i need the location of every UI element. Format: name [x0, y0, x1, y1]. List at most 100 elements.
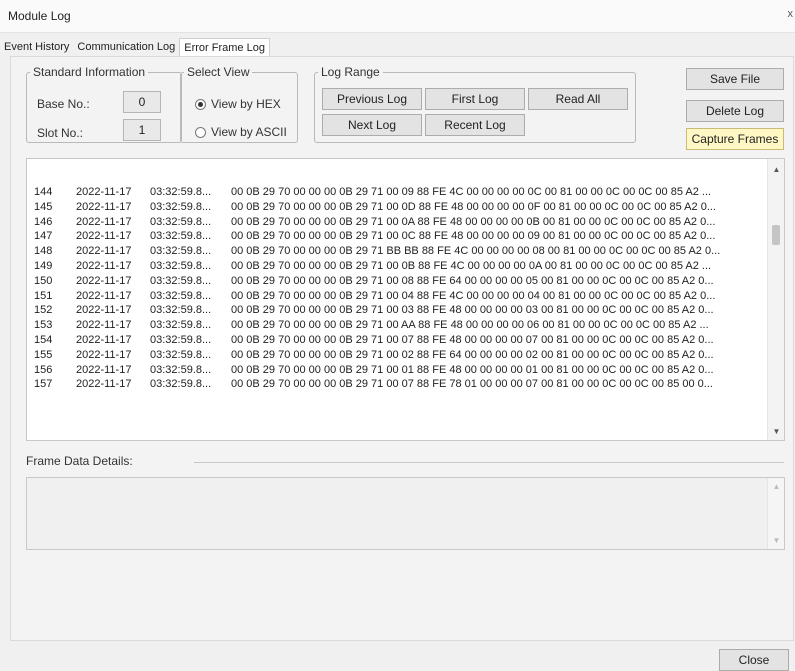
- frame-data-details-box[interactable]: ▲ ▼: [26, 477, 785, 550]
- table-row[interactable]: 148 2022-11-17 03:32:59.8... 00 0B 29 70 00…: [27, 244, 768, 259]
- row-date: 2022-11-17: [76, 245, 132, 258]
- down-arrow-icon[interactable]: ▼: [768, 427, 785, 436]
- tab-communication-log[interactable]: Communication Log: [73, 38, 179, 57]
- tab-event-history[interactable]: Event History: [0, 38, 73, 57]
- row-number: 157: [34, 378, 53, 391]
- base-no-label: Base No.:: [37, 97, 90, 111]
- row-number: 147: [34, 230, 53, 243]
- error-frame-log-panel: Standard Information Base No.: 0 Slot No…: [10, 56, 794, 641]
- table-row[interactable]: 147 2022-11-17 03:32:59.8... 00 0B 29 70 00…: [27, 229, 768, 244]
- row-number: 146: [34, 215, 53, 228]
- row-date: 2022-11-17: [76, 304, 132, 317]
- first-log-button[interactable]: First Log: [425, 88, 525, 110]
- row-time: 03:32:59.8...: [150, 274, 212, 287]
- row-time: 03:32:59.8...: [150, 245, 212, 258]
- table-row[interactable]: 152 2022-11-17 03:32:59.8... 00 0B 29 70 00…: [27, 303, 768, 318]
- window-close-icon[interactable]: x: [788, 8, 794, 20]
- up-arrow-icon[interactable]: ▲: [768, 165, 785, 174]
- standard-information-group: Standard Information Base No.: 0 Slot No…: [26, 65, 182, 143]
- row-time: 03:32:59.8...: [150, 348, 212, 361]
- table-row[interactable]: 153 2022-11-17 03:32:59.8... 00 0B 29 70 00…: [27, 318, 768, 333]
- row-date: 2022-11-17: [76, 378, 132, 391]
- row-number: 156: [34, 363, 53, 376]
- table-row[interactable]: 144 2022-11-17 03:32:59.8... 00 0B 29 70 00…: [27, 185, 768, 200]
- row-frame-data: 00 0B 29 70 00 00 00 0B 29 71 00 07 88 F…: [231, 333, 714, 346]
- row-frame-data: 00 0B 29 70 00 00 00 0B 29 71 00 03 88 F…: [231, 304, 714, 317]
- row-frame-data: 00 0B 29 70 00 00 00 0B 29 71 00 09 88 F…: [231, 186, 712, 198]
- table-row[interactable]: 150 2022-11-17 03:32:59.8... 00 0B 29 70 00…: [27, 274, 768, 289]
- select-view-group: Select View View by HEX View by ASCII: [180, 65, 298, 143]
- row-number: 155: [34, 348, 53, 361]
- table-row[interactable]: 157 2022-11-17 03:32:59.8... 00 0B 29 70 00…: [27, 377, 768, 392]
- log-list-scrollbar[interactable]: ▲ ▼: [767, 159, 784, 440]
- table-row[interactable]: 145 2022-11-17 03:32:59.8... 00 0B 29 70 00…: [27, 200, 768, 215]
- table-row[interactable]: 155 2022-11-17 03:32:59.8... 00 0B 29 70 00…: [27, 348, 768, 363]
- read-all-button[interactable]: Read All: [528, 88, 628, 110]
- view-by-hex-label: View by HEX: [211, 97, 281, 111]
- row-date: 2022-11-17: [76, 333, 132, 346]
- tab-error-frame-log[interactable]: Error Frame Log: [179, 38, 270, 57]
- slot-no-label: Slot No.:: [37, 126, 84, 140]
- row-date: 2022-11-17: [76, 289, 132, 302]
- row-frame-data: 00 0B 29 70 00 00 00 0B 29 71 00 0A 88 F…: [231, 215, 716, 228]
- view-by-hex-radio[interactable]: View by HEX: [195, 97, 281, 111]
- row-frame-data: 00 0B 29 70 00 00 00 0B 29 71 00 07 88 F…: [231, 378, 713, 391]
- table-row[interactable]: 146 2022-11-17 03:32:59.8... 00 0B 29 70 00…: [27, 215, 768, 230]
- base-no-field: 0: [123, 91, 161, 113]
- next-log-button[interactable]: Next Log: [322, 114, 422, 136]
- up-arrow-icon[interactable]: ▲: [768, 482, 785, 491]
- title-bar: Module Log x: [0, 0, 795, 33]
- row-date: 2022-11-17: [76, 259, 132, 272]
- frame-details-scrollbar[interactable]: ▲ ▼: [767, 478, 784, 549]
- row-frame-data: 00 0B 29 70 00 00 00 0B 29 71 00 0B 88 F…: [231, 259, 712, 272]
- table-row[interactable]: 151 2022-11-17 03:32:59.8... 00 0B 29 70 00…: [27, 289, 768, 304]
- frame-log-list[interactable]: 144 2022-11-17 03:32:59.8... 00 0B 29 70 00…: [26, 158, 785, 441]
- radio-unselected-icon: [195, 126, 206, 138]
- row-frame-data: 00 0B 29 70 00 00 00 0B 29 71 00 02 88 F…: [231, 348, 714, 361]
- row-time: 03:32:59.8...: [150, 378, 212, 391]
- row-date: 2022-11-17: [76, 319, 132, 332]
- row-time: 03:32:59.8...: [150, 304, 212, 317]
- log-range-group: Log Range Previous Log First Log Read Al…: [314, 65, 636, 143]
- scroll-thumb[interactable]: [772, 225, 780, 245]
- recent-log-button[interactable]: Recent Log: [425, 114, 525, 136]
- window-title: Module Log: [8, 9, 71, 23]
- tab-bar: Event History Communication Log Error Fr…: [0, 38, 270, 57]
- row-frame-data: 00 0B 29 70 00 00 00 0B 29 71 00 0D 88 F…: [231, 200, 716, 213]
- row-time: 03:32:59.8...: [150, 363, 212, 376]
- row-frame-data: 00 0B 29 70 00 00 00 0B 29 71 00 0C 88 F…: [231, 230, 716, 243]
- standard-information-legend: Standard Information: [33, 65, 146, 79]
- previous-log-button[interactable]: Previous Log: [322, 88, 422, 110]
- row-number: 153: [34, 319, 53, 332]
- row-number: 149: [34, 259, 53, 272]
- row-date: 2022-11-17: [76, 230, 132, 243]
- close-button[interactable]: Close: [719, 649, 789, 671]
- frame-data-details-label: Frame Data Details:: [26, 454, 133, 468]
- delete-log-button[interactable]: Delete Log: [686, 100, 784, 122]
- table-row[interactable]: 156 2022-11-17 03:32:59.8... 00 0B 29 70 00…: [27, 363, 768, 378]
- row-number: 145: [34, 200, 53, 213]
- frame-data-divider: [194, 462, 784, 463]
- row-frame-data: 00 0B 29 70 00 00 00 0B 29 71 00 01 88 F…: [231, 363, 714, 376]
- row-number: 152: [34, 304, 53, 317]
- row-date: 2022-11-17: [76, 348, 132, 361]
- row-number: 148: [34, 245, 53, 258]
- row-date: 2022-11-17: [76, 363, 132, 376]
- down-arrow-icon[interactable]: ▼: [768, 536, 785, 545]
- row-time: 03:32:59.8...: [150, 333, 212, 346]
- radio-selected-icon: [195, 98, 206, 110]
- row-time: 03:32:59.8...: [150, 230, 212, 243]
- slot-no-field: 1: [123, 119, 161, 141]
- table-row[interactable]: 154 2022-11-17 03:32:59.8... 00 0B 29 70 00…: [27, 333, 768, 348]
- select-view-legend: Select View: [187, 65, 250, 79]
- row-date: 2022-11-17: [76, 274, 132, 287]
- log-rows: 144 2022-11-17 03:32:59.8... 00 0B 29 70 00…: [27, 185, 768, 392]
- table-row[interactable]: 149 2022-11-17 03:32:59.8... 00 0B 29 70 00…: [27, 259, 768, 274]
- view-by-ascii-radio[interactable]: View by ASCII: [195, 125, 287, 139]
- capture-frames-button[interactable]: Capture Frames: [686, 128, 784, 150]
- row-time: 03:32:59.8...: [150, 289, 212, 302]
- save-file-button[interactable]: Save File: [686, 68, 784, 90]
- row-date: 2022-11-17: [76, 215, 132, 228]
- row-frame-data: 00 0B 29 70 00 00 00 0B 29 71 00 04 88 F…: [231, 289, 716, 302]
- view-by-ascii-label: View by ASCII: [211, 125, 287, 139]
